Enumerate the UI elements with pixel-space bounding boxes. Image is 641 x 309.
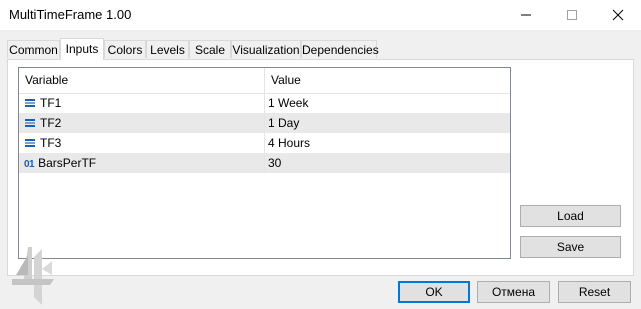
- minimize-button[interactable]: [503, 0, 549, 30]
- value-cell[interactable]: 4 Hours: [265, 133, 510, 153]
- integer-icon: 01: [24, 159, 35, 170]
- tab-scale[interactable]: Scale: [189, 40, 231, 58]
- save-button[interactable]: Save: [520, 236, 621, 258]
- load-button[interactable]: Load: [520, 205, 621, 227]
- tab-colors[interactable]: Colors: [104, 40, 146, 58]
- tab-common[interactable]: Common: [7, 40, 60, 58]
- header-value[interactable]: Value: [265, 68, 510, 93]
- cancel-button[interactable]: Отмена: [477, 281, 550, 303]
- minimize-icon: [521, 14, 531, 16]
- value-cell[interactable]: 1 Week: [265, 93, 510, 113]
- tab-dependencies[interactable]: Dependencies: [301, 40, 379, 58]
- variable-name: TF1: [40, 96, 62, 110]
- variable-cell: 01 BarsPerTF: [19, 153, 265, 173]
- enum-icon: [25, 119, 35, 127]
- variable-name: BarsPerTF: [38, 156, 97, 170]
- tab-inputs[interactable]: Inputs: [60, 38, 104, 60]
- maximize-icon: [567, 10, 577, 20]
- tab-visualization[interactable]: Visualization: [231, 40, 301, 58]
- enum-icon: [25, 139, 35, 147]
- variable-cell: TF3: [19, 133, 265, 153]
- header-variable[interactable]: Variable: [19, 68, 265, 93]
- close-icon: [612, 9, 624, 21]
- variable-cell: TF2: [19, 113, 265, 133]
- variable-cell: TF1: [19, 93, 265, 113]
- logo-watermark: [12, 247, 54, 305]
- enum-icon: [25, 99, 35, 107]
- variable-name: TF3: [40, 136, 62, 150]
- table-row[interactable]: TF3 4 Hours: [19, 133, 510, 153]
- value-cell[interactable]: 1 Day: [265, 113, 510, 133]
- table-header: Variable Value: [19, 68, 510, 94]
- table-row[interactable]: TF2 1 Day: [19, 113, 510, 133]
- maximize-button[interactable]: [549, 0, 595, 30]
- variable-name: TF2: [40, 116, 62, 130]
- value-cell[interactable]: 30: [265, 153, 510, 173]
- ok-button[interactable]: OK: [398, 281, 470, 303]
- close-button[interactable]: [595, 0, 641, 30]
- inputs-table: Variable Value TF1 1 Week TF2 1 Day TF3 …: [18, 67, 511, 259]
- table-row[interactable]: TF1 1 Week: [19, 93, 510, 113]
- tab-levels[interactable]: Levels: [146, 40, 189, 58]
- reset-button[interactable]: Reset: [558, 281, 631, 303]
- window-title: MultiTimeFrame 1.00: [9, 7, 132, 22]
- title-bar: MultiTimeFrame 1.00: [0, 0, 641, 30]
- table-row[interactable]: 01 BarsPerTF 30: [19, 153, 510, 173]
